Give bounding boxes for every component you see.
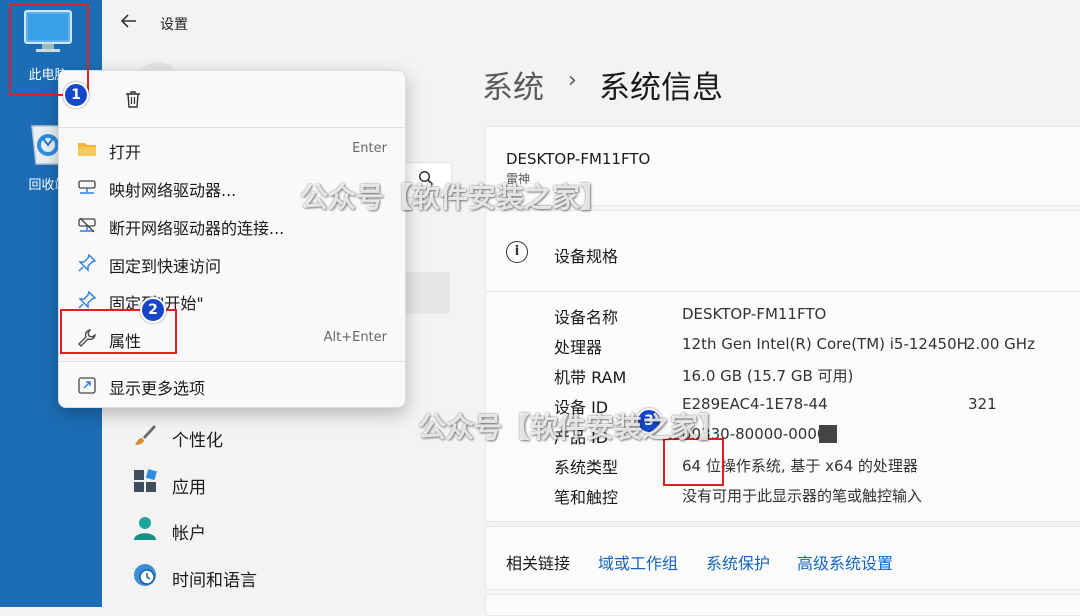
divider [486, 291, 1080, 292]
title-bar: 设置 [102, 0, 1080, 48]
nav-label: 应用 [172, 478, 206, 498]
account-icon [132, 515, 158, 541]
menu-item-shortcut: Enter [352, 141, 387, 156]
spec-label-pen-touch: 笔和触控 [554, 488, 619, 507]
spec-label-processor: 处理器 [554, 338, 603, 357]
spec-value-pen-touch: 没有可用于此显示器的笔或触控输入 [682, 487, 923, 505]
nav-item-apps[interactable]: 应用 [132, 465, 412, 505]
related-links-card: 相关链接 域或工作组 系统保护 高级系统设置 [485, 526, 1080, 590]
menu-item-pin-quick-access[interactable]: 固定到快速访问 [77, 246, 387, 280]
nav-item-personalization[interactable]: 个性化 [132, 418, 412, 458]
spec-value-device-name: DESKTOP-FM11FTO [682, 305, 827, 323]
link-domain-workgroup[interactable]: 域或工作组 [598, 550, 678, 574]
more-options-icon [77, 375, 97, 395]
menu-separator [59, 127, 405, 128]
watermark-text: 公众号【软件安装之家】 [418, 411, 727, 444]
menu-item-label: 断开网络驱动器的连接... [109, 219, 285, 238]
breadcrumb-separator: › [568, 68, 577, 93]
watermark-text: 公众号【软件安装之家】 [300, 181, 609, 214]
pin-icon [77, 253, 97, 273]
map-drive-icon [77, 177, 97, 197]
device-name: DESKTOP-FM11FTO [506, 150, 651, 168]
link-system-protection[interactable]: 系统保护 [706, 550, 770, 574]
nav-item-accounts[interactable]: 帐户 [132, 511, 412, 551]
specs-header: 设备规格 [554, 247, 619, 266]
menu-separator [59, 361, 405, 362]
menu-item-label: 打开 [109, 143, 142, 162]
apps-icon [132, 469, 158, 495]
brush-icon [132, 422, 158, 448]
back-arrow-icon[interactable] [120, 12, 140, 32]
next-card [485, 594, 1080, 616]
clock-globe-icon [132, 562, 158, 588]
spec-label-ram: 机带 RAM [554, 368, 627, 387]
spec-value-device-id-tail: 321 [968, 395, 997, 413]
delete-icon[interactable] [123, 89, 143, 109]
page-title: 系统信息 [599, 70, 723, 106]
breadcrumb-parent[interactable]: 系统 [482, 62, 544, 107]
spec-label-system-type: 系统类型 [554, 458, 619, 477]
nav-label: 帐户 [172, 524, 206, 544]
spec-value-processor: 12th Gen Intel(R) Core(TM) i5-12450H [682, 335, 968, 353]
context-menu: 打开 Enter 映射网络驱动器... 断开网络驱动器的连接... 固定到快速访… [58, 70, 406, 408]
redaction-block [819, 425, 837, 443]
step-marker-1: 1 [63, 82, 89, 108]
menu-item-label: 固定到快速访问 [109, 257, 222, 276]
step-marker-2: 2 [140, 297, 166, 323]
menu-item-show-more[interactable]: 显示更多选项 [77, 368, 387, 402]
nav-label: 时间和语言 [172, 571, 257, 591]
menu-item-label: 显示更多选项 [109, 379, 206, 398]
link-advanced-settings[interactable]: 高级系统设置 [797, 550, 893, 574]
spec-value-ram: 16.0 GB (15.7 GB 可用) [682, 367, 854, 385]
info-icon: i [506, 241, 528, 263]
nav-item-time-language[interactable]: 时间和语言 [132, 558, 412, 598]
pin-icon [77, 290, 97, 310]
menu-item-label: 映射网络驱动器... [109, 181, 237, 200]
nav-label: 个性化 [172, 431, 223, 451]
menu-item-open[interactable]: 打开 Enter [77, 132, 387, 166]
window-title: 设置 [160, 17, 188, 33]
spec-label-device-name: 设备名称 [554, 308, 619, 327]
spec-value-processor-speed: 2.00 GHz [966, 335, 1035, 353]
related-links-title: 相关链接 [506, 554, 571, 573]
device-specs-card: i 设备规格 设备名称 DESKTOP-FM11FTO 处理器 12th Gen… [485, 210, 1080, 522]
menu-item-shortcut: Alt+Enter [323, 330, 387, 345]
disconnect-drive-icon [77, 215, 97, 235]
folder-icon [77, 139, 97, 159]
